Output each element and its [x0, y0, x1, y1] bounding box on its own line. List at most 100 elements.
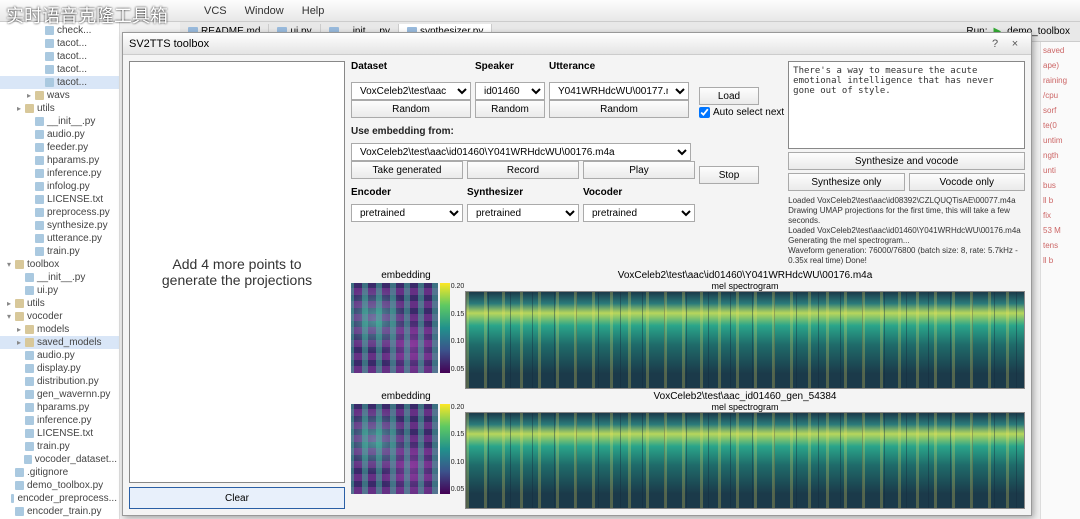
folder-icon	[25, 104, 34, 113]
tree-item[interactable]: tacot...	[0, 37, 119, 50]
tree-item[interactable]: preprocess.py	[0, 206, 119, 219]
synthesize-and-vocode-button[interactable]: Synthesize and vocode	[788, 152, 1025, 170]
tree-item[interactable]: ▾vocoder	[0, 310, 119, 323]
help-icon[interactable]: ?	[985, 38, 1005, 50]
file-icon	[45, 52, 54, 61]
file-icon	[25, 364, 34, 373]
embedding-title-1: embedding	[381, 270, 430, 281]
stop-button[interactable]: Stop	[699, 166, 759, 184]
gutter-fragment: sorf	[1043, 106, 1078, 115]
tree-item[interactable]: tacot...	[0, 76, 119, 89]
tree-item[interactable]: hparams.py	[0, 401, 119, 414]
tree-item[interactable]: display.py	[0, 362, 119, 375]
tree-item[interactable]: train.py	[0, 245, 119, 258]
dataset-header: Dataset	[351, 61, 471, 72]
status-log: Loaded VoxCeleb2\test\aac\id08392\CZLQUQ…	[788, 196, 1025, 266]
utterance-select[interactable]: Y041WRHdcWU\00177.m4a	[549, 82, 689, 100]
colorbar-1	[440, 283, 450, 373]
tree-item[interactable]: feeder.py	[0, 141, 119, 154]
synthesizer-select[interactable]: pretrained	[467, 204, 579, 222]
colorbar-ticks-1: 0.20 0.15 0.10 0.05	[451, 283, 465, 373]
load-button[interactable]: Load	[699, 87, 759, 105]
tree-item[interactable]: encoder_preprocess...	[0, 492, 119, 505]
sv2tts-dialog: SV2TTS toolbox ? × Add 4 more points to …	[122, 32, 1032, 516]
tree-item[interactable]: infolog.py	[0, 180, 119, 193]
close-icon[interactable]: ×	[1005, 38, 1025, 50]
synthesize-only-button[interactable]: Synthesize only	[788, 173, 904, 191]
record-button[interactable]: Record	[467, 161, 579, 179]
folder-icon	[15, 312, 24, 321]
vocode-only-button[interactable]: Vocode only	[909, 173, 1025, 191]
tree-item[interactable]: ▸utils	[0, 297, 119, 310]
speaker-select[interactable]: id01460	[475, 82, 545, 100]
gutter-fragment: saved	[1043, 46, 1078, 55]
vocoder-select[interactable]: pretrained	[583, 204, 695, 222]
tree-item[interactable]: tacot...	[0, 50, 119, 63]
tree-item[interactable]: gen_wavernn.py	[0, 388, 119, 401]
tree-item[interactable]: encoder_train.py	[0, 505, 119, 518]
file-icon	[25, 286, 34, 295]
tree-item[interactable]: vocoder_dataset...	[0, 453, 119, 466]
gutter-fragment: tens	[1043, 241, 1078, 250]
tree-item[interactable]: utterance.py	[0, 232, 119, 245]
tree-item[interactable]: ▸wavs	[0, 89, 119, 102]
tree-item[interactable]: ui.py	[0, 284, 119, 297]
gutter-fragment: ape)	[1043, 61, 1078, 70]
file-icon	[35, 156, 44, 165]
dataset-random-button[interactable]: Random	[351, 100, 471, 118]
tree-item[interactable]: synthesize.py	[0, 219, 119, 232]
speaker-random-button[interactable]: Random	[475, 100, 545, 118]
video-overlay-title: 实时语音克隆工具箱	[0, 0, 174, 30]
tree-item[interactable]: demo_toolbox.py	[0, 479, 119, 492]
dialog-titlebar[interactable]: SV2TTS toolbox ? ×	[123, 33, 1031, 55]
spectrogram-title-1: VoxCeleb2\test\aac\id01460\Y041WRHdcWU\0…	[465, 270, 1025, 281]
file-icon	[35, 169, 44, 178]
tree-item[interactable]: LICENSE.txt	[0, 427, 119, 440]
gutter-fragment: untim	[1043, 136, 1078, 145]
speaker-header: Speaker	[475, 61, 545, 72]
gutter-fragment: te(0	[1043, 121, 1078, 130]
clear-button[interactable]: Clear	[129, 487, 345, 509]
take-generated-button[interactable]: Take generated	[351, 161, 463, 179]
tree-item[interactable]: ▸utils	[0, 102, 119, 115]
encoder-select[interactable]: pretrained	[351, 204, 463, 222]
auto-select-checkbox[interactable]: Auto select next	[699, 107, 784, 118]
gutter-fragment: unti	[1043, 166, 1078, 175]
tree-item[interactable]: inference.py	[0, 167, 119, 180]
tree-item[interactable]: .gitignore	[0, 466, 119, 479]
tree-item[interactable]: __init__.py	[0, 115, 119, 128]
spectrogram-subtitle-2: mel spectrogram	[465, 402, 1025, 412]
file-icon	[25, 390, 34, 399]
menu-help[interactable]: Help	[298, 3, 329, 19]
tree-item[interactable]: tacot...	[0, 63, 119, 76]
file-icon	[35, 195, 44, 204]
tree-item[interactable]: audio.py	[0, 128, 119, 141]
tree-item[interactable]: LICENSE.txt	[0, 193, 119, 206]
tree-item[interactable]: hparams.py	[0, 154, 119, 167]
file-icon	[15, 507, 24, 516]
projection-canvas: Add 4 more points to generate the projec…	[129, 61, 345, 483]
utterance-header: Utterance	[549, 61, 689, 72]
file-icon	[15, 468, 24, 477]
text-input[interactable]	[788, 61, 1025, 149]
embedding-select[interactable]: VoxCeleb2\test\aac\id01460\Y041WRHdcWU\0…	[351, 143, 691, 161]
tree-item[interactable]: ▾toolbox	[0, 258, 119, 271]
auto-select-input[interactable]	[699, 107, 710, 118]
tree-item[interactable]: ▸saved_models	[0, 336, 119, 349]
tree-item[interactable]: inference.py	[0, 414, 119, 427]
tree-item[interactable]: ▸models	[0, 323, 119, 336]
tree-item[interactable]: audio.py	[0, 349, 119, 362]
tree-item[interactable]: __init__.py	[0, 271, 119, 284]
dataset-select[interactable]: VoxCeleb2\test\aac	[351, 82, 471, 100]
file-icon	[45, 78, 54, 87]
tree-item[interactable]: distribution.py	[0, 375, 119, 388]
utterance-random-button[interactable]: Random	[549, 100, 689, 118]
file-icon	[35, 234, 44, 243]
gutter-fragment: ll b	[1043, 256, 1078, 265]
mel-spectrogram-2	[465, 412, 1025, 510]
project-tree[interactable]: check...tacot...tacot...tacot...tacot...…	[0, 22, 120, 519]
tree-item[interactable]: train.py	[0, 440, 119, 453]
menu-window[interactable]: Window	[241, 3, 288, 19]
play-button[interactable]: Play	[583, 161, 695, 179]
menu-vcs[interactable]: VCS	[200, 3, 231, 19]
